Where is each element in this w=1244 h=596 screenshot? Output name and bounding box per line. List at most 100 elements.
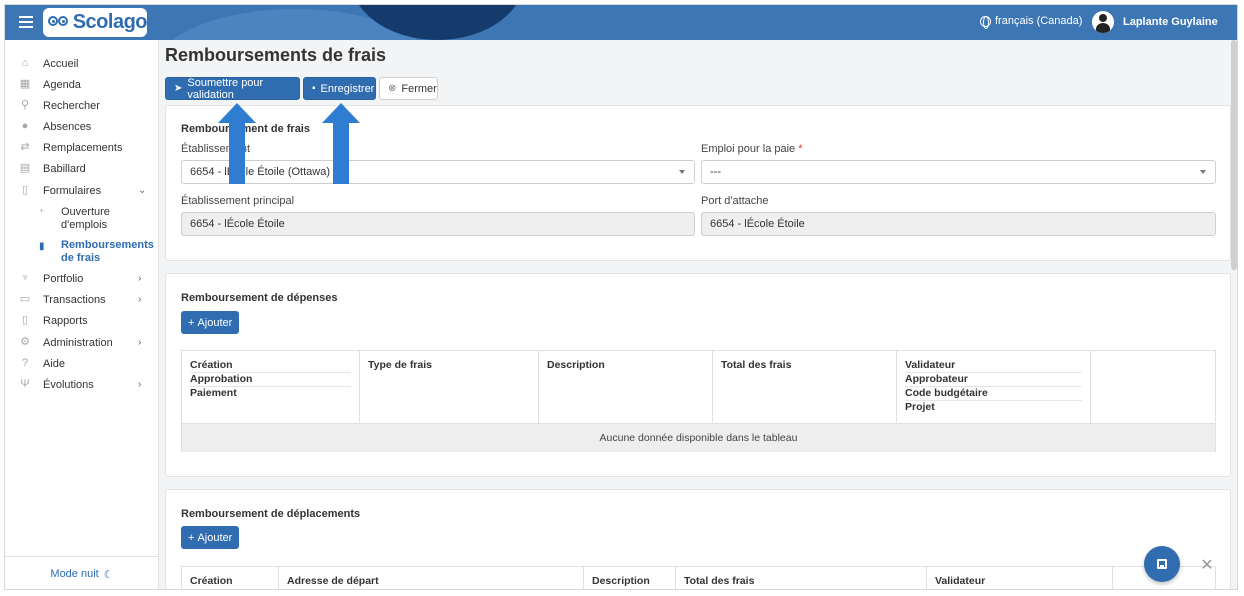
col-header: Description bbox=[592, 575, 650, 587]
plus-icon: + bbox=[188, 531, 195, 544]
user-name: Laplante Guylaine bbox=[1123, 16, 1218, 28]
report-icon: ▯ bbox=[21, 314, 29, 326]
night-mode-label: Mode nuit bbox=[50, 568, 99, 580]
floating-save-button[interactable] bbox=[1144, 546, 1180, 582]
emploi-value: --- bbox=[710, 166, 721, 178]
trophy-icon: ♆ bbox=[20, 272, 30, 284]
attache-label: Port d'attache bbox=[701, 195, 769, 207]
col-header: Type de frais bbox=[368, 359, 432, 371]
sidebar-item-formulaires[interactable]: ▯ Formulaires ⌄ bbox=[5, 181, 159, 201]
arrow-up-icon bbox=[322, 103, 360, 123]
page-title: Remboursements de frais bbox=[165, 45, 387, 65]
sidebar-item-rechercher[interactable]: ⚲ Rechercher bbox=[5, 96, 159, 116]
night-mode-toggle[interactable]: Mode nuit ☾ bbox=[5, 556, 159, 589]
board-icon: ▤ bbox=[19, 162, 31, 174]
caret-down-icon bbox=[1200, 170, 1206, 174]
principal-value: 6654 - lÉcole Étoile bbox=[190, 218, 285, 230]
close-label: Fermer bbox=[401, 82, 437, 95]
floating-close-button[interactable]: ✕ bbox=[1195, 553, 1219, 577]
col-description: Description bbox=[584, 567, 676, 589]
col-adresse: Adresse de départ bbox=[279, 567, 584, 589]
save-icon bbox=[1157, 559, 1167, 569]
col-total: Total des frais bbox=[676, 567, 927, 589]
top-bar: Scolago français (Canada) Laplante Guyla… bbox=[5, 5, 1237, 40]
card-remboursement-deplacements: Remboursement de déplacements + Ajouter … bbox=[165, 489, 1231, 589]
sidebar-item-aide[interactable]: ? Aide bbox=[5, 354, 159, 374]
save-button[interactable]: ▪ Enregistrer bbox=[303, 77, 376, 100]
submit-label: Soumettre pour validation bbox=[187, 76, 264, 101]
depenses-table: Création Approbation Paiement Type de fr… bbox=[181, 350, 1216, 452]
owl-icon bbox=[48, 13, 69, 33]
calendar-icon: ▦ bbox=[19, 78, 31, 90]
sidebar-item-remplacements[interactable]: ⇄ Remplacements bbox=[5, 138, 159, 158]
user-absence-icon: ● bbox=[21, 120, 29, 132]
language-selector[interactable]: français (Canada) bbox=[980, 15, 1083, 29]
sidebar-item-accueil[interactable]: ⌂ Accueil bbox=[5, 54, 159, 74]
add-user-icon: ⁺ bbox=[39, 208, 45, 219]
col-header: Code budgétaire bbox=[905, 387, 1082, 401]
add-label: Ajouter bbox=[197, 531, 233, 544]
section-title: Remboursement de déplacements bbox=[181, 508, 361, 520]
sidebar-item-babillard[interactable]: ▤ Babillard bbox=[5, 159, 159, 179]
sidebar-item-rapports[interactable]: ▯ Rapports bbox=[5, 311, 159, 331]
chevron-right-icon: › bbox=[138, 379, 142, 390]
menu-icon[interactable] bbox=[19, 16, 33, 28]
user-menu[interactable]: Laplante Guylaine bbox=[1092, 11, 1218, 33]
col-description: Description bbox=[539, 351, 713, 423]
search-icon: ⚲ bbox=[20, 99, 30, 111]
sidebar-subitem-label: Remboursements de frais bbox=[61, 239, 154, 264]
sidebar-item-absences[interactable]: ● Absences bbox=[5, 117, 159, 137]
sidebar-item-label: Évolutions bbox=[43, 379, 94, 391]
close-button[interactable]: ⊗ Fermer bbox=[379, 77, 438, 100]
col-header: Approbation bbox=[190, 373, 351, 387]
help-icon: ? bbox=[21, 357, 29, 369]
add-deplacement-button[interactable]: + Ajouter bbox=[181, 526, 240, 549]
col-type-frais: Type de frais bbox=[360, 351, 539, 423]
col-header: Création bbox=[190, 575, 233, 587]
sidebar-item-label: Rapports bbox=[43, 315, 88, 327]
close-circle-icon: ⊗ bbox=[388, 83, 397, 94]
sidebar-item-label: Portfolio bbox=[43, 273, 84, 285]
scrollbar[interactable] bbox=[1231, 40, 1237, 270]
sidebar-item-evolutions[interactable]: Ψ Évolutions › bbox=[5, 375, 159, 395]
section-title: Remboursement de frais bbox=[181, 123, 310, 135]
col-header: Total des frais bbox=[684, 575, 755, 587]
card-remboursement-depenses: Remboursement de dépenses + Ajouter Créa… bbox=[165, 273, 1231, 477]
globe-icon bbox=[980, 15, 991, 29]
transactions-icon: ▭ bbox=[19, 293, 31, 305]
col-creation: Création Approbation Paiement bbox=[182, 351, 360, 423]
required-marker: * bbox=[798, 143, 803, 155]
col-header: Adresse de départ bbox=[287, 575, 379, 587]
language-label: français (Canada) bbox=[995, 15, 1083, 27]
principal-label: Établissement principal bbox=[181, 195, 295, 207]
etablissement-select[interactable]: 6654 - lÉcole Étoile (Ottawa) bbox=[181, 160, 695, 184]
col-header: Validateur bbox=[935, 575, 986, 587]
add-label: Ajouter bbox=[197, 316, 233, 329]
col-header: Description bbox=[547, 359, 605, 371]
section-title: Remboursement de dépenses bbox=[181, 292, 338, 304]
attache-value: 6654 - lÉcole Étoile bbox=[710, 218, 805, 230]
sidebar-item-agenda[interactable]: ▦ Agenda bbox=[5, 75, 159, 95]
sidebar-item-label: Administration bbox=[43, 337, 113, 349]
logo-area: Scolago bbox=[5, 5, 158, 40]
chevron-down-icon: ⌄ bbox=[138, 185, 147, 196]
sidebar-item-portfolio[interactable]: ♆ Portfolio › bbox=[5, 269, 159, 289]
sidebar-item-transactions[interactable]: ▭ Transactions › bbox=[5, 290, 159, 310]
save-icon: ▪ bbox=[312, 83, 316, 94]
empty-table-message: Aucune donnée disponible dans le tableau bbox=[182, 423, 1215, 452]
sidebar-item-label: Babillard bbox=[43, 163, 86, 175]
plus-icon: + bbox=[188, 316, 195, 329]
sidebar-item-label: Rechercher bbox=[43, 100, 100, 112]
emploi-select[interactable]: --- bbox=[701, 160, 1216, 184]
add-depense-button[interactable]: + Ajouter bbox=[181, 311, 240, 334]
moon-icon: ☾ bbox=[103, 568, 114, 581]
arrow-up-icon bbox=[218, 103, 256, 123]
replacement-icon: ⇄ bbox=[20, 141, 30, 153]
arrow-shaft bbox=[333, 122, 349, 184]
sidebar-item-administration[interactable]: ⚙ Administration › bbox=[5, 333, 159, 353]
logo[interactable]: Scolago bbox=[43, 8, 148, 37]
sidebar-item-label: Accueil bbox=[43, 58, 79, 70]
chevron-right-icon: › bbox=[138, 273, 142, 284]
col-header: Approbateur bbox=[905, 373, 1082, 387]
submit-validation-button[interactable]: ➤ Soumettre pour validation bbox=[165, 76, 300, 101]
